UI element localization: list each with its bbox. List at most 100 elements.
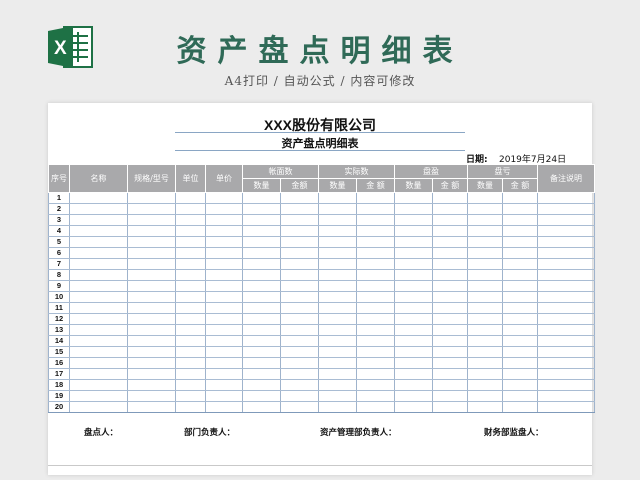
table-cell[interactable] xyxy=(242,291,281,303)
table-cell[interactable] xyxy=(356,379,395,391)
table-cell[interactable] xyxy=(175,236,206,248)
table-cell[interactable] xyxy=(175,390,206,402)
table-cell[interactable] xyxy=(467,280,503,292)
table-cell[interactable] xyxy=(432,247,468,259)
table-cell[interactable] xyxy=(502,291,538,303)
table-cell[interactable] xyxy=(280,335,319,347)
table-cell[interactable] xyxy=(394,192,433,204)
table-cell[interactable] xyxy=(394,214,433,226)
table-cell[interactable] xyxy=(205,192,243,204)
row-number-cell[interactable]: 5 xyxy=(48,236,70,248)
table-cell[interactable] xyxy=(175,357,206,369)
table-cell[interactable] xyxy=(127,269,176,281)
table-cell[interactable] xyxy=(537,280,595,292)
table-cell[interactable] xyxy=(69,203,128,215)
table-cell[interactable] xyxy=(318,247,357,259)
table-cell[interactable] xyxy=(432,291,468,303)
table-cell[interactable] xyxy=(205,291,243,303)
row-number-cell[interactable]: 20 xyxy=(48,401,70,413)
table-cell[interactable] xyxy=(467,247,503,259)
table-cell[interactable] xyxy=(537,324,595,336)
table-cell[interactable] xyxy=(467,368,503,380)
table-cell[interactable] xyxy=(69,379,128,391)
table-cell[interactable] xyxy=(537,379,595,391)
table-cell[interactable] xyxy=(467,203,503,215)
table-cell[interactable] xyxy=(356,346,395,358)
table-cell[interactable] xyxy=(318,203,357,215)
table-cell[interactable] xyxy=(242,236,281,248)
table-cell[interactable] xyxy=(280,258,319,270)
table-cell[interactable] xyxy=(280,379,319,391)
table-cell[interactable] xyxy=(432,280,468,292)
table-cell[interactable] xyxy=(502,379,538,391)
table-cell[interactable] xyxy=(432,324,468,336)
row-number-cell[interactable]: 17 xyxy=(48,368,70,380)
table-cell[interactable] xyxy=(318,192,357,204)
table-cell[interactable] xyxy=(502,368,538,380)
table-cell[interactable] xyxy=(394,269,433,281)
table-cell[interactable] xyxy=(467,236,503,248)
table-cell[interactable] xyxy=(318,258,357,270)
table-cell[interactable] xyxy=(280,291,319,303)
table-cell[interactable] xyxy=(175,269,206,281)
table-cell[interactable] xyxy=(318,346,357,358)
table-cell[interactable] xyxy=(127,390,176,402)
table-cell[interactable] xyxy=(69,390,128,402)
row-number-cell[interactable]: 8 xyxy=(48,269,70,281)
table-cell[interactable] xyxy=(318,368,357,380)
table-cell[interactable] xyxy=(242,192,281,204)
table-cell[interactable] xyxy=(175,313,206,325)
table-cell[interactable] xyxy=(205,401,243,413)
table-cell[interactable] xyxy=(127,313,176,325)
table-cell[interactable] xyxy=(537,302,595,314)
table-cell[interactable] xyxy=(394,258,433,270)
table-cell[interactable] xyxy=(537,357,595,369)
table-cell[interactable] xyxy=(242,247,281,259)
table-cell[interactable] xyxy=(318,291,357,303)
table-cell[interactable] xyxy=(127,192,176,204)
table-cell[interactable] xyxy=(502,346,538,358)
table-cell[interactable] xyxy=(394,335,433,347)
table-cell[interactable] xyxy=(467,225,503,237)
table-cell[interactable] xyxy=(280,214,319,226)
table-cell[interactable] xyxy=(502,390,538,402)
table-cell[interactable] xyxy=(467,390,503,402)
table-cell[interactable] xyxy=(432,379,468,391)
table-cell[interactable] xyxy=(502,225,538,237)
table-cell[interactable] xyxy=(280,401,319,413)
table-cell[interactable] xyxy=(127,346,176,358)
table-cell[interactable] xyxy=(356,291,395,303)
table-cell[interactable] xyxy=(69,357,128,369)
table-cell[interactable] xyxy=(537,346,595,358)
table-cell[interactable] xyxy=(242,313,281,325)
table-cell[interactable] xyxy=(394,401,433,413)
table-cell[interactable] xyxy=(280,368,319,380)
table-cell[interactable] xyxy=(467,357,503,369)
table-cell[interactable] xyxy=(502,214,538,226)
row-number-cell[interactable]: 6 xyxy=(48,247,70,259)
table-cell[interactable] xyxy=(356,390,395,402)
table-cell[interactable] xyxy=(467,258,503,270)
table-cell[interactable] xyxy=(502,203,538,215)
table-cell[interactable] xyxy=(242,225,281,237)
table-cell[interactable] xyxy=(467,302,503,314)
table-cell[interactable] xyxy=(394,357,433,369)
table-cell[interactable] xyxy=(127,214,176,226)
table-cell[interactable] xyxy=(175,247,206,259)
table-cell[interactable] xyxy=(205,346,243,358)
table-cell[interactable] xyxy=(467,269,503,281)
table-cell[interactable] xyxy=(127,335,176,347)
table-cell[interactable] xyxy=(205,203,243,215)
table-cell[interactable] xyxy=(537,214,595,226)
table-cell[interactable] xyxy=(205,313,243,325)
table-cell[interactable] xyxy=(394,247,433,259)
table-cell[interactable] xyxy=(394,302,433,314)
table-cell[interactable] xyxy=(318,236,357,248)
table-cell[interactable] xyxy=(537,258,595,270)
table-cell[interactable] xyxy=(175,214,206,226)
table-cell[interactable] xyxy=(205,379,243,391)
table-cell[interactable] xyxy=(127,225,176,237)
table-cell[interactable] xyxy=(537,225,595,237)
table-cell[interactable] xyxy=(467,401,503,413)
table-cell[interactable] xyxy=(502,313,538,325)
